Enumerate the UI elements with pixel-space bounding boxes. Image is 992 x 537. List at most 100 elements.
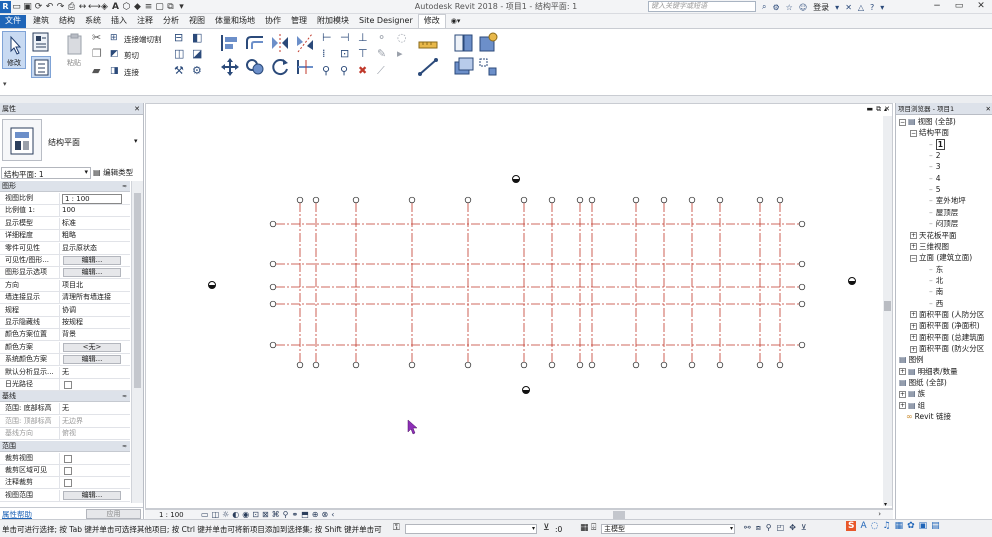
cut-scissors-icon[interactable]: ✂ xyxy=(92,32,101,44)
type-properties-icon[interactable] xyxy=(31,56,51,78)
property-checkbox[interactable] xyxy=(64,381,72,389)
mirror-draw-icon[interactable] xyxy=(294,32,316,54)
property-value[interactable]: 俯视 xyxy=(62,428,76,439)
split-face-icon[interactable]: ◫ xyxy=(174,48,184,60)
browser-node[interactable]: + ▤ 族 xyxy=(899,389,925,399)
hide-element-icon[interactable]: ◌ xyxy=(397,32,407,44)
select-by-face-icon[interactable]: ◰ xyxy=(777,523,785,533)
workset-select[interactable]: ▾ xyxy=(405,524,537,534)
array-icon[interactable]: ⁞ xyxy=(322,48,326,60)
grid-bubble[interactable] xyxy=(588,361,596,369)
grid-bubble[interactable] xyxy=(520,361,528,369)
property-value[interactable]: 无边界 xyxy=(62,416,83,427)
grid-bubble[interactable] xyxy=(776,196,784,204)
measure-between-icon[interactable] xyxy=(417,32,441,54)
tab-8[interactable]: 体量和场地 xyxy=(210,15,260,28)
apply-button[interactable]: 应用 xyxy=(86,509,141,519)
browser-node[interactable]: − ▤ 视图 (全部) xyxy=(899,117,956,127)
browser-node[interactable]: – 北 xyxy=(929,276,943,286)
grid-bubble[interactable] xyxy=(776,361,784,369)
maximize-icon[interactable]: ▭ xyxy=(948,0,970,14)
filter-selection-icon[interactable]: ⊻ xyxy=(801,523,807,533)
grid-bubble[interactable] xyxy=(269,283,277,291)
browser-node[interactable]: –4 xyxy=(929,174,941,184)
grid-bubble[interactable] xyxy=(716,196,724,204)
tab-3[interactable]: 系统 xyxy=(80,15,106,28)
canvas-scroll-down-icon[interactable]: ▾ xyxy=(884,501,887,508)
type-name[interactable]: 结构平面 xyxy=(48,137,80,148)
properties-scrollbar[interactable] xyxy=(131,181,143,503)
cope-label[interactable]: 连接端切割 xyxy=(124,34,162,45)
mirror-axis-icon[interactable] xyxy=(269,32,291,54)
ime-keyboard-icon[interactable]: ▦ xyxy=(895,521,904,531)
grid-bubble[interactable] xyxy=(632,196,640,204)
analytical-icon[interactable]: ⊕ xyxy=(312,510,319,519)
property-checkbox[interactable] xyxy=(64,479,72,488)
wall-joins-icon[interactable]: ⊟ xyxy=(174,32,183,44)
tab-12[interactable]: Site Designer xyxy=(354,15,418,28)
grid-bubble[interactable] xyxy=(660,196,668,204)
copy-icon[interactable]: ❐ xyxy=(92,48,102,60)
cut-profile-icon[interactable]: ◧ xyxy=(192,32,202,44)
property-value[interactable]: 100 xyxy=(62,205,75,216)
property-value[interactable]: 按规程 xyxy=(62,317,83,328)
grid-bubble[interactable] xyxy=(269,300,277,308)
grid-bubble[interactable] xyxy=(660,361,668,369)
grid-bubble[interactable] xyxy=(688,361,696,369)
cut-label[interactable]: 剪切 xyxy=(124,50,139,61)
tab-5[interactable]: 注释 xyxy=(132,15,158,28)
collapse-icon[interactable]: ≈ xyxy=(122,441,127,452)
tab-13[interactable]: 修改 xyxy=(417,14,446,28)
property-value[interactable]: 清理所有墙连接 xyxy=(62,292,111,303)
grid-bubble[interactable] xyxy=(269,341,277,349)
ime-punct-icon[interactable]: ◌ xyxy=(871,521,879,531)
grid-bubble[interactable] xyxy=(716,361,724,369)
property-checkbox[interactable] xyxy=(64,454,72,463)
grid-bubble[interactable] xyxy=(408,196,416,204)
grid-bubble[interactable] xyxy=(576,361,584,369)
grid-bubble[interactable] xyxy=(296,196,304,204)
user-icon[interactable]: ☺ xyxy=(799,3,807,12)
align-icon[interactable] xyxy=(219,32,241,54)
tab-11[interactable]: 附加模块 xyxy=(312,15,354,28)
type-dropdown-icon[interactable]: ▾ xyxy=(134,137,138,145)
collapse-toggle-icon[interactable]: − xyxy=(899,118,906,126)
paint-icon[interactable]: ◪ xyxy=(192,48,202,60)
browser-node[interactable]: + 三维视图 xyxy=(910,242,949,252)
browser-node[interactable]: – 南 xyxy=(929,287,943,297)
ime-skin-icon[interactable]: ✿ xyxy=(907,521,915,531)
crop-view-icon[interactable]: ⊡ xyxy=(252,510,259,519)
join-icon[interactable]: ◨ xyxy=(110,65,119,77)
tab-4[interactable]: 插入 xyxy=(106,15,132,28)
expand-toggle-icon[interactable]: + xyxy=(910,243,917,251)
render-icon[interactable]: ◉ xyxy=(242,510,249,519)
temp-hide-icon[interactable]: ⌘ xyxy=(272,510,280,519)
visual-style-icon[interactable]: ◫ xyxy=(212,510,220,519)
browser-node[interactable]: – 东 xyxy=(929,265,943,275)
tab-1[interactable]: 建筑 xyxy=(28,15,54,28)
move-icon[interactable] xyxy=(219,56,241,78)
detail-level-icon[interactable]: ▭ xyxy=(201,510,209,519)
browser-node[interactable]: ▤ 图纸 (全部) xyxy=(899,378,947,388)
viewbar-scroll-left-icon[interactable]: ‹ xyxy=(331,510,334,519)
sign-in-label[interactable]: 登录 xyxy=(813,2,829,13)
properties-icon[interactable] xyxy=(31,31,51,53)
expand-toggle-icon[interactable]: + xyxy=(899,390,906,398)
grid-bubble[interactable] xyxy=(798,220,806,228)
property-edit-button[interactable]: 编辑... xyxy=(63,256,121,265)
viewbar-scroll-right-icon[interactable]: › xyxy=(878,510,881,518)
temp-view-icon[interactable]: ⬒ xyxy=(301,510,309,519)
minimize-icon[interactable]: − xyxy=(926,0,948,14)
grid-bubble[interactable] xyxy=(464,196,472,204)
signin-dropdown-icon[interactable]: ▾ xyxy=(835,3,839,12)
split-element-icon[interactable]: ⊢ xyxy=(322,32,332,44)
expand-toggle-icon[interactable]: + xyxy=(910,232,917,239)
search-icon[interactable]: ⌕ xyxy=(762,2,766,12)
select-group-dropdown-icon[interactable]: ▾ xyxy=(3,80,7,88)
properties-close-icon[interactable]: ✕ xyxy=(134,103,140,115)
create-assembly-icon[interactable] xyxy=(453,32,475,54)
remove-paint-icon[interactable]: ⚙ xyxy=(192,65,202,77)
select-links-icon[interactable]: ⚯ xyxy=(744,523,751,533)
grid-bubble[interactable] xyxy=(269,260,277,268)
browser-node[interactable]: − 立面 (建筑立面) xyxy=(910,253,972,263)
